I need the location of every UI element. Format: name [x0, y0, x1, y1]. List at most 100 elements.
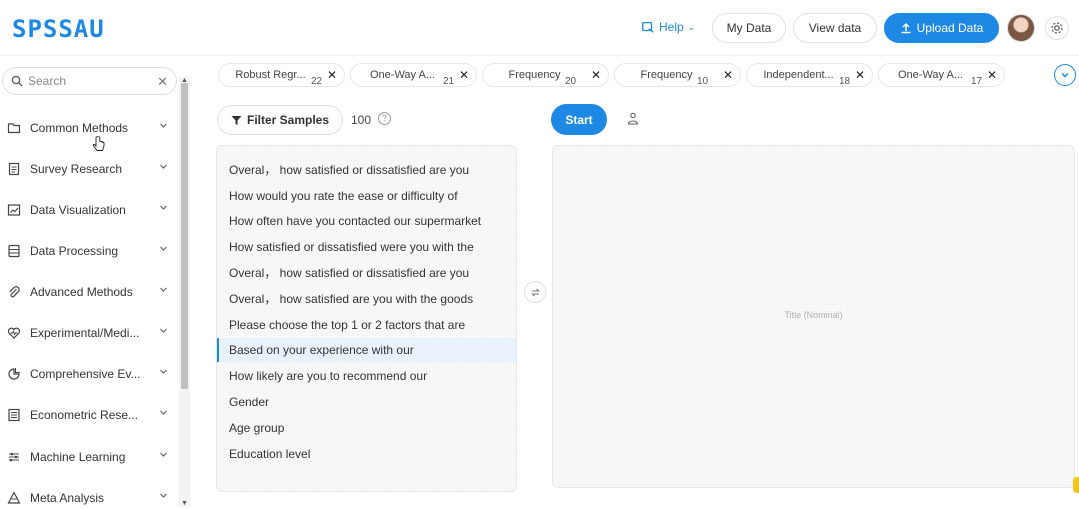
settings-button[interactable] — [1045, 16, 1069, 40]
tab-count: 21 — [443, 76, 455, 87]
chevron-down-icon — [160, 164, 167, 169]
sidebar-item-label: Experimental/Medi... — [30, 326, 140, 340]
variable-item[interactable]: Overal， how satisfied or dissatisfied ar… — [217, 261, 516, 285]
tab-count: 20 — [565, 76, 577, 87]
start-button[interactable]: Start — [551, 104, 607, 135]
variable-item[interactable]: Gender — [217, 390, 516, 414]
sidebar-scrollbar[interactable]: ▲ ▼ — [179, 77, 190, 507]
variable-item[interactable]: How would you rate the ease or difficult… — [217, 184, 516, 208]
corner-widget[interactable] — [1073, 477, 1079, 493]
table-icon — [6, 407, 22, 423]
top-header: SPSSAU Help ⌄ My Data View data Upload D… — [0, 0, 1079, 56]
analysis-tabs: Robust Regr... 22 ✕ One-Way A... 21 ✕ Fr… — [198, 57, 1079, 93]
view-data-button[interactable]: View data — [793, 13, 877, 43]
filter-samples-button[interactable]: Filter Samples — [217, 105, 343, 135]
paperclip-icon — [6, 284, 22, 300]
chevron-down-icon — [160, 369, 167, 374]
chevron-down-icon — [160, 287, 167, 292]
tab-label: Independent... — [763, 69, 834, 81]
tab-label: Robust Regr... — [235, 69, 306, 81]
tab-frequency-1[interactable]: Frequency 20 ✕ — [482, 63, 609, 87]
pie-chart-icon — [6, 366, 22, 382]
tab-one-way-anova-2[interactable]: One-Way A... 17 ✕ — [878, 63, 1005, 87]
gear-icon — [1051, 22, 1063, 34]
sidebar-item-comprehensive-evaluation[interactable]: Comprehensive Ev... — [0, 359, 178, 389]
clipboard-icon — [6, 161, 22, 177]
variable-item[interactable]: How likely are you to recommend our — [217, 364, 516, 388]
sidebar-item-experimental-medical[interactable]: Experimental/Medi... — [0, 318, 178, 348]
variable-item[interactable]: Please choose the top 1 or 2 factors tha… — [217, 313, 516, 337]
help-menu[interactable]: Help ⌄ — [641, 20, 695, 34]
variable-item[interactable]: Age group — [217, 416, 516, 440]
tab-frequency-2[interactable]: Frequency 10 ✕ — [614, 63, 741, 87]
tab-count: 17 — [971, 76, 983, 87]
heart-pulse-icon — [6, 325, 22, 341]
close-icon[interactable]: ✕ — [459, 68, 469, 82]
person-icon[interactable] — [627, 112, 639, 125]
chevron-down-icon: ⌄ — [687, 21, 696, 32]
chevron-down-icon — [160, 452, 167, 457]
user-avatar[interactable] — [1007, 14, 1035, 42]
variable-item[interactable]: Education level — [217, 442, 516, 466]
sidebar-item-label: Meta Analysis — [30, 491, 105, 505]
variable-item[interactable]: Overal， how satisfied or dissatisfied ar… — [217, 158, 516, 182]
chevron-down-icon — [160, 493, 167, 498]
sidebar-item-label: Comprehensive Ev... — [30, 367, 141, 381]
variable-item[interactable]: Overal， how satisfied are you with the g… — [217, 287, 516, 311]
scrollbar-thumb[interactable] — [181, 83, 188, 389]
chart-icon — [6, 202, 22, 218]
swap-variables-button[interactable] — [524, 281, 546, 303]
filter-icon — [231, 115, 242, 125]
tab-count: 22 — [311, 76, 323, 87]
database-icon — [6, 243, 22, 259]
tabs-expand-button[interactable] — [1054, 64, 1076, 86]
sidebar-item-survey-research[interactable]: Survey Research — [0, 154, 178, 184]
variable-item[interactable]: How often have you contacted our superma… — [217, 209, 516, 233]
sidebar-item-econometric-research[interactable]: Econometric Rese... — [0, 400, 178, 430]
question-icon[interactable]: ? — [378, 112, 391, 125]
sidebar-item-label: Common Methods — [30, 121, 129, 135]
chevron-down-icon — [160, 123, 167, 128]
close-icon[interactable]: ✕ — [855, 68, 865, 82]
sidebar-item-label: Advanced Methods — [30, 285, 133, 299]
upload-icon — [901, 23, 911, 34]
variable-item[interactable]: How satisfied or dissatisfied were you w… — [217, 235, 516, 259]
drop-area-label: Title (Nominal) — [784, 310, 843, 320]
help-label: Help — [659, 20, 684, 34]
folder-icon — [6, 120, 22, 136]
scroll-down-icon[interactable]: ▼ — [181, 500, 188, 507]
title-drop-area[interactable]: Title (Nominal) — [552, 145, 1075, 488]
chevron-down-icon — [160, 328, 167, 333]
sidebar-item-meta-analysis[interactable]: Meta Analysis — [0, 483, 178, 509]
variable-item-selected[interactable]: Based on your experience with our — [217, 338, 516, 362]
hand-cursor-icon — [92, 136, 105, 151]
tab-independent[interactable]: Independent... 18 ✕ — [746, 63, 873, 87]
sidebar-item-label: Data Processing — [30, 244, 119, 258]
sidebar-item-label: Survey Research — [30, 162, 123, 176]
close-icon[interactable]: ✕ — [327, 68, 337, 82]
my-data-button[interactable]: My Data — [712, 13, 786, 43]
tab-count: 10 — [697, 76, 709, 87]
chevron-down-icon — [160, 205, 167, 210]
sliders-icon — [6, 449, 22, 465]
variable-list-panel: Overal， how satisfied or dissatisfied ar… — [216, 145, 517, 492]
tab-robust-regression[interactable]: Robust Regr... 22 ✕ — [218, 63, 345, 87]
sidebar-item-machine-learning[interactable]: Machine Learning — [0, 442, 178, 472]
sidebar-item-label: Econometric Rese... — [30, 408, 139, 422]
upload-data-button[interactable]: Upload Data — [884, 13, 999, 43]
sidebar-item-common-methods[interactable]: Common Methods — [0, 113, 178, 143]
sidebar-search: ✕ — [2, 67, 177, 95]
close-icon[interactable]: ✕ — [987, 68, 997, 82]
sidebar-item-data-processing[interactable]: Data Processing — [0, 236, 178, 266]
clear-icon[interactable]: ✕ — [157, 74, 168, 90]
triangle-icon — [6, 490, 22, 506]
search-input[interactable] — [28, 74, 148, 88]
sidebar-item-data-visualization[interactable]: Data Visualization — [0, 195, 178, 225]
close-icon[interactable]: ✕ — [591, 68, 601, 82]
chevron-down-icon — [160, 246, 167, 251]
sidebar-item-advanced-methods[interactable]: Advanced Methods — [0, 277, 178, 307]
close-icon[interactable]: ✕ — [723, 68, 733, 82]
tab-one-way-anova-1[interactable]: One-Way A... 21 ✕ — [350, 63, 477, 87]
filter-samples-label: Filter Samples — [246, 113, 330, 127]
app-logo[interactable]: SPSSAU — [12, 15, 105, 43]
